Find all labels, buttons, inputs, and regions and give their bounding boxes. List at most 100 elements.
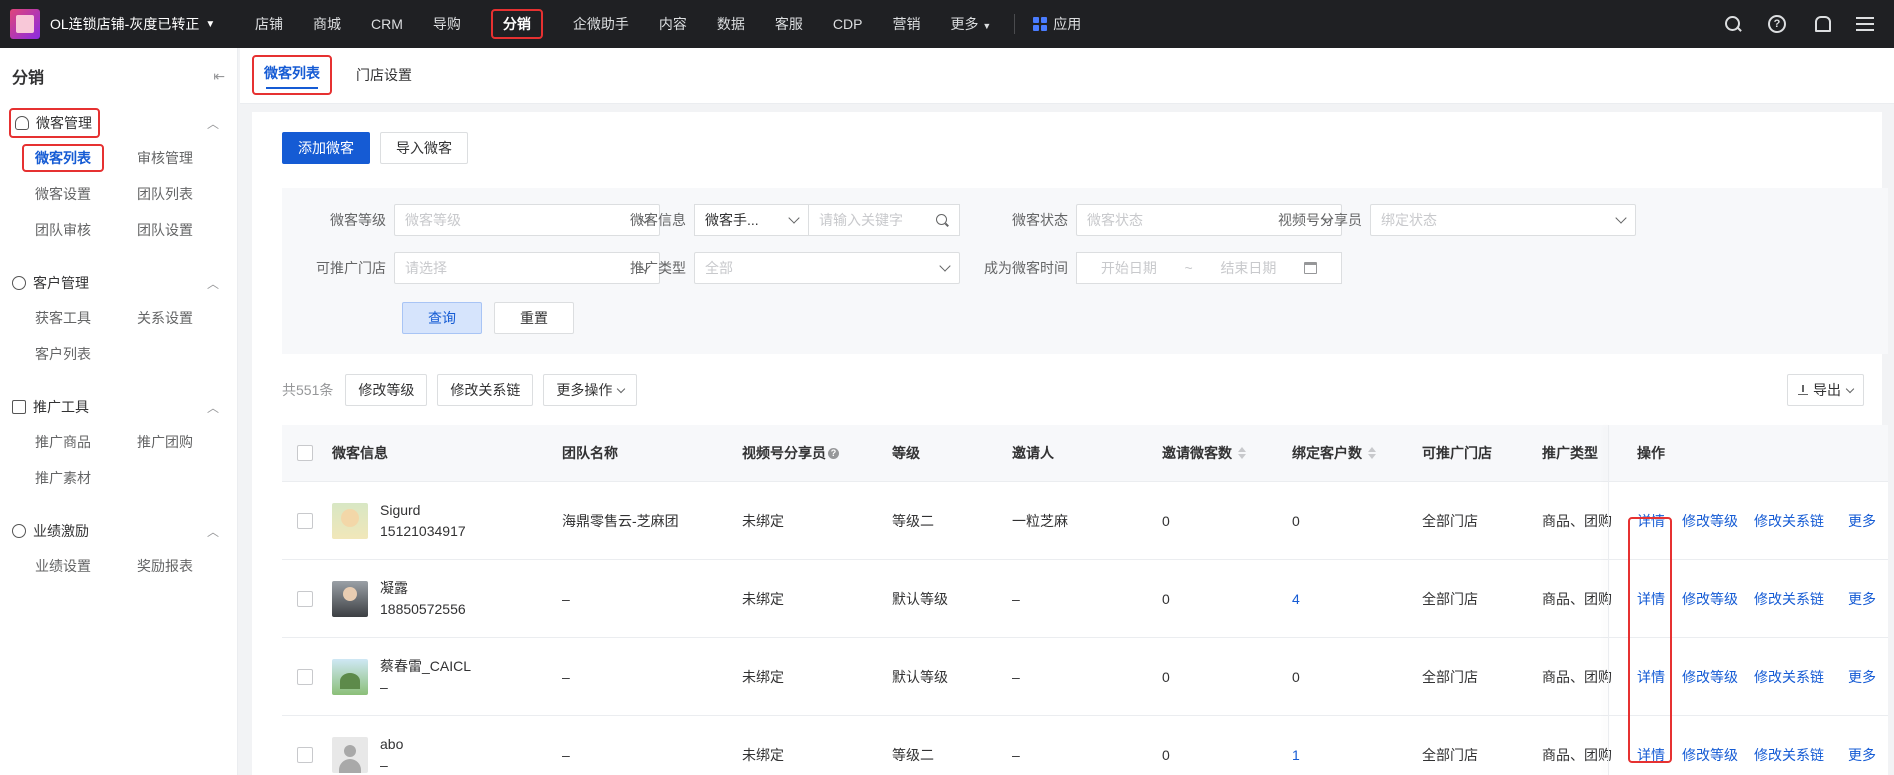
bound-count-link[interactable]: 1 bbox=[1292, 747, 1300, 763]
nav-item-content[interactable]: 内容 bbox=[644, 0, 702, 48]
page-tabs: 微客列表 门店设置 bbox=[240, 48, 1894, 104]
search-icon[interactable] bbox=[1724, 15, 1742, 33]
bound-count: 0 bbox=[1292, 668, 1300, 685]
sidebar-item-micro-settings[interactable]: 微客设置 bbox=[35, 176, 137, 212]
edit-level-link[interactable]: 修改等级 bbox=[1682, 511, 1738, 531]
more-link[interactable]: 更多 bbox=[1848, 511, 1876, 531]
group-head-incentive[interactable]: 业绩激励 ︿ bbox=[0, 514, 237, 548]
chevron-up-icon: ︿ bbox=[206, 524, 219, 539]
help-icon[interactable]: ? bbox=[828, 447, 839, 459]
export-button[interactable]: 导出 bbox=[1787, 374, 1864, 406]
edit-level-link[interactable]: 修改等级 bbox=[1682, 745, 1738, 765]
sidebar-item-team-settings[interactable]: 团队设置 bbox=[137, 212, 239, 248]
avatar bbox=[332, 658, 368, 695]
header-inviter: 邀请人 bbox=[1012, 445, 1054, 461]
tab-micro-list[interactable]: 微客列表 bbox=[240, 47, 344, 103]
header-bound-count[interactable]: 绑定客户数 bbox=[1292, 443, 1376, 463]
group-head-promotion[interactable]: 推广工具 ︿ bbox=[0, 390, 237, 424]
sidebar-item-promo-groupbuy[interactable]: 推广团购 bbox=[137, 424, 239, 460]
info-type-select[interactable]: 微客手... bbox=[694, 204, 809, 236]
help-icon[interactable]: ? bbox=[1768, 15, 1786, 33]
sidebar-group-micro-customer: 微客管理 ︿ 微客列表 审核管理 微客设置 团队列表 团队审核 团队设置 bbox=[0, 106, 237, 248]
share-select[interactable]: 绑定状态 bbox=[1370, 204, 1636, 236]
chevron-up-icon: ︿ bbox=[206, 116, 219, 131]
sidebar-item-acquire-tools[interactable]: 获客工具 bbox=[35, 300, 137, 336]
avatar bbox=[332, 502, 368, 539]
header-stores: 可推广门店 bbox=[1422, 445, 1492, 461]
chevron-up-icon: ︿ bbox=[206, 400, 219, 415]
tab-store-settings[interactable]: 门店设置 bbox=[344, 47, 424, 103]
sidebar-item-reward-report[interactable]: 奖励报表 bbox=[137, 548, 239, 584]
more-link[interactable]: 更多 bbox=[1848, 589, 1876, 609]
more-operations-button[interactable]: 更多操作 bbox=[543, 374, 638, 406]
more-link[interactable]: 更多 bbox=[1848, 667, 1876, 687]
import-micro-customer-button[interactable]: 导入微客 bbox=[380, 132, 468, 164]
row-checkbox[interactable] bbox=[297, 668, 313, 685]
nav-item-crm[interactable]: CRM bbox=[356, 0, 418, 48]
nav-item-wecom-assistant[interactable]: 企微助手 bbox=[558, 0, 644, 48]
add-micro-customer-button[interactable]: 添加微客 bbox=[282, 132, 370, 164]
nav-item-store[interactable]: 店铺 bbox=[240, 0, 298, 48]
invited-count: 0 bbox=[1162, 590, 1170, 607]
stores: 全部门店 bbox=[1422, 590, 1478, 607]
shop-switcher[interactable]: OL连锁店铺-灰度已转正 ▼ bbox=[0, 9, 240, 39]
query-button[interactable]: 查询 bbox=[402, 302, 482, 334]
nav-item-data[interactable]: 数据 bbox=[702, 0, 760, 48]
info-keyword-placeholder: 请输入关键字 bbox=[819, 212, 903, 228]
type-select[interactable]: 全部 bbox=[694, 252, 960, 284]
edit-level-link[interactable]: 修改等级 bbox=[1682, 667, 1738, 687]
group-head-customer[interactable]: 客户管理 ︿ bbox=[0, 266, 237, 300]
shop-logo bbox=[10, 9, 40, 39]
more-link[interactable]: 更多 bbox=[1848, 745, 1876, 765]
avatar bbox=[332, 580, 368, 617]
header-invited-count[interactable]: 邀请微客数 bbox=[1162, 443, 1246, 463]
sidebar-item-promo-goods[interactable]: 推广商品 bbox=[35, 424, 137, 460]
header-level: 等级 bbox=[892, 445, 920, 461]
sidebar-item-performance-settings[interactable]: 业绩设置 bbox=[35, 548, 137, 584]
select-all-checkbox[interactable] bbox=[297, 445, 313, 461]
search-icon[interactable] bbox=[936, 213, 949, 227]
edit-chain-link[interactable]: 修改关系链 bbox=[1754, 667, 1824, 687]
bell-icon[interactable] bbox=[1812, 15, 1831, 33]
nav-item-guide[interactable]: 导购 bbox=[418, 0, 476, 48]
sidebar-item-promo-material[interactable]: 推广素材 bbox=[35, 460, 137, 496]
top-right-tools: ? bbox=[1724, 0, 1874, 48]
sort-icon[interactable] bbox=[1238, 447, 1246, 459]
collapse-sidebar-icon[interactable]: ⇤ bbox=[213, 68, 225, 85]
sidebar-item-team-review[interactable]: 团队审核 bbox=[35, 212, 137, 248]
video-sharer: 未绑定 bbox=[742, 512, 784, 529]
nav-item-more[interactable]: 更多 ▼ bbox=[935, 0, 1006, 48]
nav-item-service[interactable]: 客服 bbox=[760, 0, 818, 48]
row-checkbox[interactable] bbox=[297, 590, 313, 607]
sidebar-item-team-list[interactable]: 团队列表 bbox=[137, 176, 239, 212]
batch-edit-chain-button[interactable]: 修改关系链 bbox=[437, 374, 534, 406]
row-checkbox[interactable] bbox=[297, 746, 313, 763]
batch-edit-level-button[interactable]: 修改等级 bbox=[345, 374, 428, 406]
edit-chain-link[interactable]: 修改关系链 bbox=[1754, 745, 1824, 765]
sidebar-item-micro-list[interactable]: 微客列表 bbox=[22, 140, 137, 176]
nav-item-distribution[interactable]: 分销 bbox=[476, 0, 558, 48]
sidebar-item-customer-list[interactable]: 客户列表 bbox=[35, 336, 137, 372]
edit-level-link[interactable]: 修改等级 bbox=[1682, 589, 1738, 609]
edit-chain-link[interactable]: 修改关系链 bbox=[1754, 511, 1824, 531]
date-range-picker[interactable]: 开始日期 ~ 结束日期 bbox=[1076, 252, 1342, 284]
info-keyword-input[interactable]: 请输入关键字 bbox=[809, 204, 960, 236]
bound-count-link[interactable]: 4 bbox=[1292, 591, 1300, 607]
nav-more-label: 更多 bbox=[950, 16, 979, 32]
apps-button[interactable]: 应用 bbox=[1023, 14, 1091, 34]
row-checkbox[interactable] bbox=[297, 512, 313, 529]
edit-chain-link[interactable]: 修改关系链 bbox=[1754, 589, 1824, 609]
group-head-micro-customer[interactable]: 微客管理 ︿ bbox=[0, 106, 237, 140]
sidebar-item-review[interactable]: 审核管理 bbox=[137, 140, 239, 176]
nav-item-mall[interactable]: 商城 bbox=[298, 0, 356, 48]
member-phone: 18850572556 bbox=[380, 600, 466, 617]
medal-icon bbox=[12, 524, 26, 538]
reset-button[interactable]: 重置 bbox=[494, 302, 574, 334]
type-filter-label: 推广类型 bbox=[630, 260, 686, 276]
sort-icon[interactable] bbox=[1368, 447, 1376, 459]
menu-icon[interactable] bbox=[1856, 15, 1874, 33]
nav-item-cdp[interactable]: CDP bbox=[818, 0, 878, 48]
sidebar-item-label: 微客列表 bbox=[22, 144, 104, 172]
nav-item-marketing[interactable]: 营销 bbox=[877, 0, 935, 48]
sidebar-item-relation-settings[interactable]: 关系设置 bbox=[137, 300, 239, 336]
